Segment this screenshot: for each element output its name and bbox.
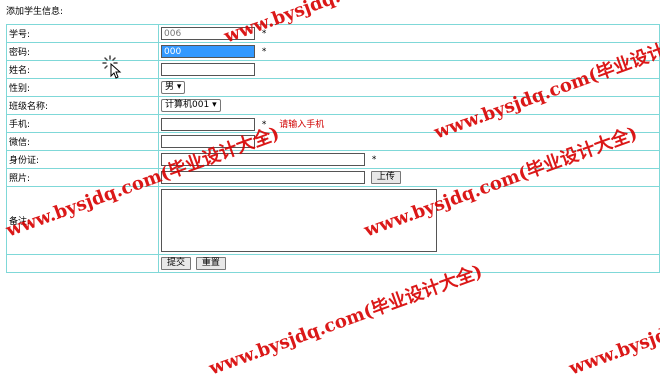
gender-label: 性别: [6, 78, 159, 97]
id-card-input[interactable] [161, 153, 365, 166]
empty-cell [6, 254, 159, 273]
row-student-no: 学号: * [6, 24, 660, 43]
photo-label: 照片: [6, 168, 159, 187]
busy-cursor-icon [102, 55, 122, 79]
phone-input[interactable] [161, 117, 255, 131]
row-id-card: 身份证: * [6, 150, 660, 169]
password-input[interactable] [161, 45, 255, 58]
wechat-input[interactable] [161, 135, 255, 148]
name-input[interactable] [161, 63, 255, 76]
required-star: * [261, 29, 267, 39]
row-gender: 性别: 男 ▾ [6, 78, 660, 97]
name-label: 姓名: [6, 60, 159, 79]
required-star: * [261, 119, 267, 130]
class-select[interactable]: 计算机001 ▾ [161, 99, 221, 112]
row-class: 班级名称: 计算机001 ▾ [6, 96, 660, 115]
phone-label: 手机: [6, 114, 159, 133]
id-card-label: 身份证: [6, 150, 159, 169]
wechat-label: 微信: [6, 132, 159, 151]
required-star: * [261, 137, 267, 147]
notes-label: 备注: [6, 186, 159, 255]
dropdown-arrow-icon: ▾ [176, 82, 182, 92]
student-no-label: 学号: [6, 24, 159, 43]
class-name-label: 班级名称: [6, 96, 159, 115]
upload-button[interactable]: 上传 [370, 171, 401, 184]
row-notes: 备注: [6, 186, 660, 255]
photo-path-input[interactable] [161, 171, 365, 184]
row-photo: 照片: 上传 [6, 168, 660, 187]
reset-button[interactable]: 重置 [195, 257, 226, 270]
class-selected-value: 计算机001 [165, 100, 210, 110]
required-star: * [261, 47, 267, 57]
page-title: 添加学生信息: [6, 7, 64, 17]
row-phone: 手机: * 请输入手机 [6, 114, 660, 133]
student-no-input[interactable] [161, 27, 255, 40]
gender-selected-value: 男 [165, 82, 175, 92]
notes-textarea[interactable] [161, 189, 437, 252]
submit-button[interactable]: 提交 [161, 257, 192, 270]
password-label: 密码: [6, 42, 159, 61]
gender-select[interactable]: 男 ▾ [161, 81, 186, 94]
watermark-text: www.bysjdq.com(毕业设计大全) [206, 260, 486, 380]
row-actions: 提交 重置 [6, 254, 660, 273]
phone-hint: 请输入手机 [279, 119, 325, 130]
watermark-text: www.bysjdq.com(毕业设计大全) [566, 260, 660, 380]
dropdown-arrow-icon: ▾ [212, 100, 217, 110]
required-star: * [371, 155, 377, 165]
row-wechat: 微信: * [6, 132, 660, 151]
